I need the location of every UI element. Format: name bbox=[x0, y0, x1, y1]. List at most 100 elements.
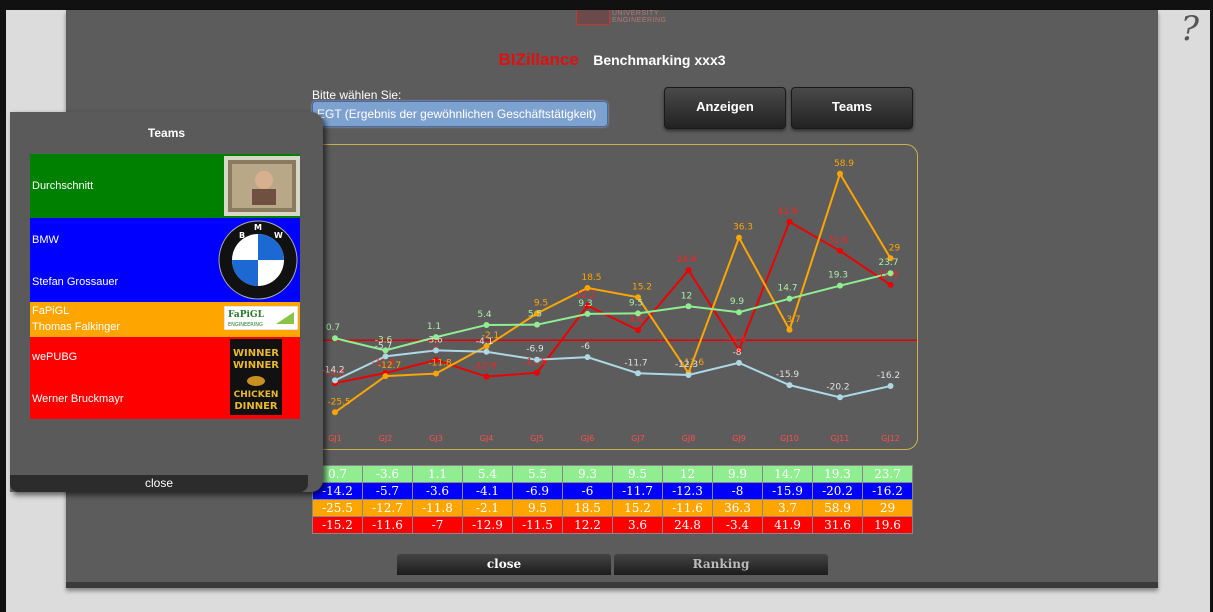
team-name: Durchschnitt bbox=[32, 180, 94, 192]
x-tick-label: GJ12 bbox=[881, 434, 900, 443]
table-cell: -15.2 bbox=[312, 516, 363, 534]
data-point bbox=[332, 335, 338, 342]
svg-text:CHICKEN: CHICKEN bbox=[234, 390, 279, 400]
x-tick-label: GJ6 bbox=[581, 434, 595, 443]
data-point bbox=[584, 284, 591, 291]
table-cell: -20.2 bbox=[812, 482, 863, 500]
data-label: 24.8 bbox=[676, 255, 696, 265]
team-member: Stefan Grossauer bbox=[32, 276, 119, 288]
data-point bbox=[332, 409, 338, 416]
svg-text:B: B bbox=[239, 231, 245, 240]
help-button[interactable]: ? bbox=[1181, 12, 1199, 46]
x-tick-label: GJ5 bbox=[530, 434, 544, 443]
x-tick-label: GJ9 bbox=[732, 434, 746, 443]
data-label: 9.9 bbox=[730, 297, 745, 307]
data-point bbox=[685, 303, 692, 310]
data-label: 14.7 bbox=[777, 284, 797, 294]
table-cell: 36.3 bbox=[712, 499, 763, 517]
svg-text:WINNER: WINNER bbox=[233, 360, 279, 371]
data-point bbox=[433, 370, 439, 377]
data-point bbox=[837, 170, 843, 177]
svg-text:W: W bbox=[274, 231, 283, 240]
data-label: 58.9 bbox=[834, 159, 854, 169]
table-cell: 58.9 bbox=[812, 499, 863, 517]
winner-chicken-dinner-icon: WINNER WINNER CHICKEN DINNER bbox=[230, 339, 282, 415]
data-label: 5.5 bbox=[528, 310, 542, 320]
svg-text:M: M bbox=[254, 223, 262, 232]
x-tick-label: GJ2 bbox=[379, 434, 393, 443]
table-cell: -11.6 bbox=[662, 499, 713, 517]
table-cell: 12.2 bbox=[562, 516, 613, 534]
svg-text:WINNER: WINNER bbox=[233, 348, 279, 359]
data-point bbox=[584, 310, 591, 317]
data-point bbox=[887, 383, 894, 389]
data-point bbox=[786, 382, 793, 389]
team-row-durchschnitt[interactable]: Durchschnitt bbox=[30, 154, 300, 218]
svg-text:ENGINEERING: ENGINEERING bbox=[228, 322, 263, 328]
table-cell: 3.6 bbox=[612, 516, 663, 534]
table-cell: 12 bbox=[662, 465, 713, 483]
data-label: 31.6 bbox=[828, 236, 848, 246]
data-point bbox=[534, 321, 540, 328]
table-cell: 9.3 bbox=[562, 465, 613, 483]
data-label: -12.9 bbox=[473, 362, 497, 372]
table-cell: -3.6 bbox=[362, 465, 413, 483]
data-point bbox=[382, 347, 389, 354]
show-button[interactable]: Anzeigen bbox=[664, 87, 786, 129]
data-point bbox=[837, 394, 843, 401]
data-point bbox=[837, 247, 843, 254]
table-cell: 14.7 bbox=[762, 465, 813, 483]
data-point bbox=[635, 310, 641, 317]
x-tick-label: GJ1 bbox=[328, 434, 342, 443]
metric-select[interactable]: EGT (Ergebnis der gewöhnlichen Geschäfts… bbox=[312, 101, 608, 127]
data-point bbox=[483, 321, 490, 328]
x-tick-label: GJ11 bbox=[831, 434, 850, 443]
data-point bbox=[736, 359, 742, 366]
team-row-bmw[interactable]: BMW Stefan Grossauer M B W bbox=[30, 218, 300, 302]
team-row-fapigl[interactable]: FaPiGL Thomas Falkinger FaPiGL ENGINEERI… bbox=[30, 302, 300, 337]
data-label: 9.3 bbox=[578, 299, 592, 309]
table-row: -25.5 -12.7 -11.8 -2.1 9.5 18.5 15.2 -11.6 36.3 3… bbox=[312, 499, 913, 517]
data-label: 5.4 bbox=[477, 310, 492, 320]
data-label: -11.7 bbox=[624, 358, 647, 368]
page-heading: Benchmarking xxx3 bbox=[593, 52, 726, 68]
x-tick-label: GJ8 bbox=[682, 434, 696, 443]
table-cell: -6.9 bbox=[512, 482, 563, 500]
data-label: -25.5 bbox=[327, 397, 350, 407]
data-point bbox=[584, 354, 591, 361]
data-label: 12 bbox=[681, 291, 692, 301]
table-cell: 3.7 bbox=[762, 499, 813, 517]
table-row: -15.2 -11.6 -7 -12.9 -11.5 12.2 3.6 24.8 -3.4 41.… bbox=[312, 516, 913, 534]
page-title: BIZillance Benchmarking xxx3 bbox=[66, 50, 1158, 70]
data-label: 3.7 bbox=[786, 315, 800, 325]
table-cell: 9.5 bbox=[512, 499, 563, 517]
team-name: BMW bbox=[32, 234, 59, 246]
data-label: -15.9 bbox=[776, 370, 800, 380]
data-point bbox=[685, 371, 692, 378]
data-label: 23.7 bbox=[878, 258, 898, 268]
team-member: Werner Bruckmayr bbox=[32, 393, 124, 405]
line-chart: GJ1 GJ2 GJ3 GJ4 GJ5 GJ6 GJ7 GJ8 GJ9 GJ10 GJ11 GJ12 -… bbox=[312, 144, 918, 450]
svg-text:DINNER: DINNER bbox=[234, 401, 278, 412]
close-button[interactable]: close bbox=[397, 554, 611, 575]
values-table: 0.7 -3.6 1.1 5.4 5.5 9.3 9.5 12 9.9 14.7 19.3 23.7-… bbox=[312, 465, 913, 534]
table-cell: -8 bbox=[712, 482, 763, 500]
data-label: 0.7 bbox=[326, 323, 340, 333]
table-cell: -6 bbox=[562, 482, 613, 500]
series-line bbox=[334, 220, 892, 385]
table-cell: -5.7 bbox=[362, 482, 413, 500]
teams-panel-title: Teams bbox=[147, 126, 186, 140]
data-point bbox=[786, 295, 793, 302]
data-label: 15.2 bbox=[632, 282, 652, 292]
ranking-button[interactable]: Ranking bbox=[614, 554, 828, 575]
data-label: -3.6 bbox=[375, 335, 393, 345]
teams-panel-close-button[interactable]: close bbox=[10, 475, 308, 492]
data-point bbox=[382, 353, 389, 360]
line-chart-svg: GJ1 GJ2 GJ3 GJ4 GJ5 GJ6 GJ7 GJ8 GJ9 GJ10 GJ11 GJ12 -… bbox=[313, 159, 917, 443]
table-cell: -15.9 bbox=[762, 482, 813, 500]
team-row-wepubg[interactable]: wePUBG Werner Bruckmayr WINNER WINNER CH… bbox=[30, 337, 300, 419]
data-label: -14.2 bbox=[321, 365, 344, 375]
teams-button[interactable]: Teams bbox=[791, 87, 913, 129]
table-cell: 9.9 bbox=[712, 465, 763, 483]
teams-panel: Teams Durchschnitt BMW Stefan Grossauer … bbox=[10, 112, 323, 492]
